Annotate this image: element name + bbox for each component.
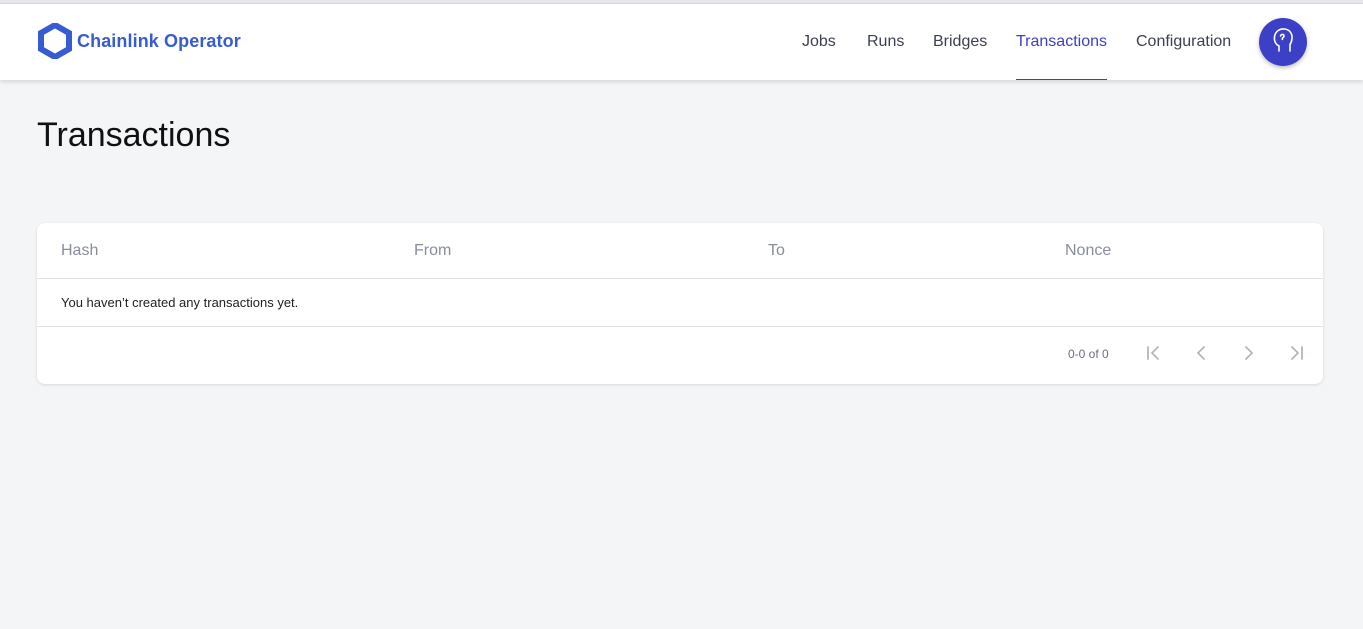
page-title: Transactions [37, 116, 231, 154]
user-avatar-icon [1268, 25, 1298, 60]
pagination-range: 0-0 of 0 [1068, 347, 1109, 361]
table-header-row: Hash From To Nonce [37, 223, 1323, 279]
transactions-table-card: Hash From To Nonce You haven’t created a… [37, 223, 1323, 384]
column-header-to: To [768, 242, 785, 259]
first-page-icon [1141, 341, 1165, 370]
nav-item-runs[interactable]: Runs [867, 4, 904, 80]
next-page-button[interactable] [1237, 343, 1261, 367]
chainlink-hexagon-icon [38, 23, 72, 59]
table-pagination: 0-0 of 0 [37, 327, 1323, 384]
nav-item-transactions[interactable]: Transactions [1016, 4, 1107, 80]
nav-item-bridges[interactable]: Bridges [933, 4, 987, 80]
empty-state-message: You haven’t created any transactions yet… [61, 295, 299, 310]
user-avatar-button[interactable] [1259, 18, 1307, 66]
nav-item-jobs[interactable]: Jobs [802, 4, 836, 80]
column-header-hash: Hash [61, 242, 99, 259]
first-page-button[interactable] [1141, 343, 1165, 367]
last-page-icon [1285, 341, 1309, 370]
app-name: Chainlink Operator [77, 30, 241, 51]
column-header-nonce: Nonce [1065, 242, 1112, 259]
column-header-from: From [414, 242, 452, 259]
next-page-icon [1237, 341, 1261, 370]
previous-page-button[interactable] [1189, 343, 1213, 367]
last-page-button[interactable] [1285, 343, 1309, 367]
nav-item-configuration[interactable]: Configuration [1136, 4, 1231, 80]
previous-page-icon [1189, 341, 1213, 370]
table-empty-row: You haven’t created any transactions yet… [37, 279, 1323, 327]
app-header: Chainlink Operator Jobs Runs Bridges Tra… [0, 4, 1363, 80]
app-logo[interactable]: Chainlink Operator [38, 23, 241, 59]
